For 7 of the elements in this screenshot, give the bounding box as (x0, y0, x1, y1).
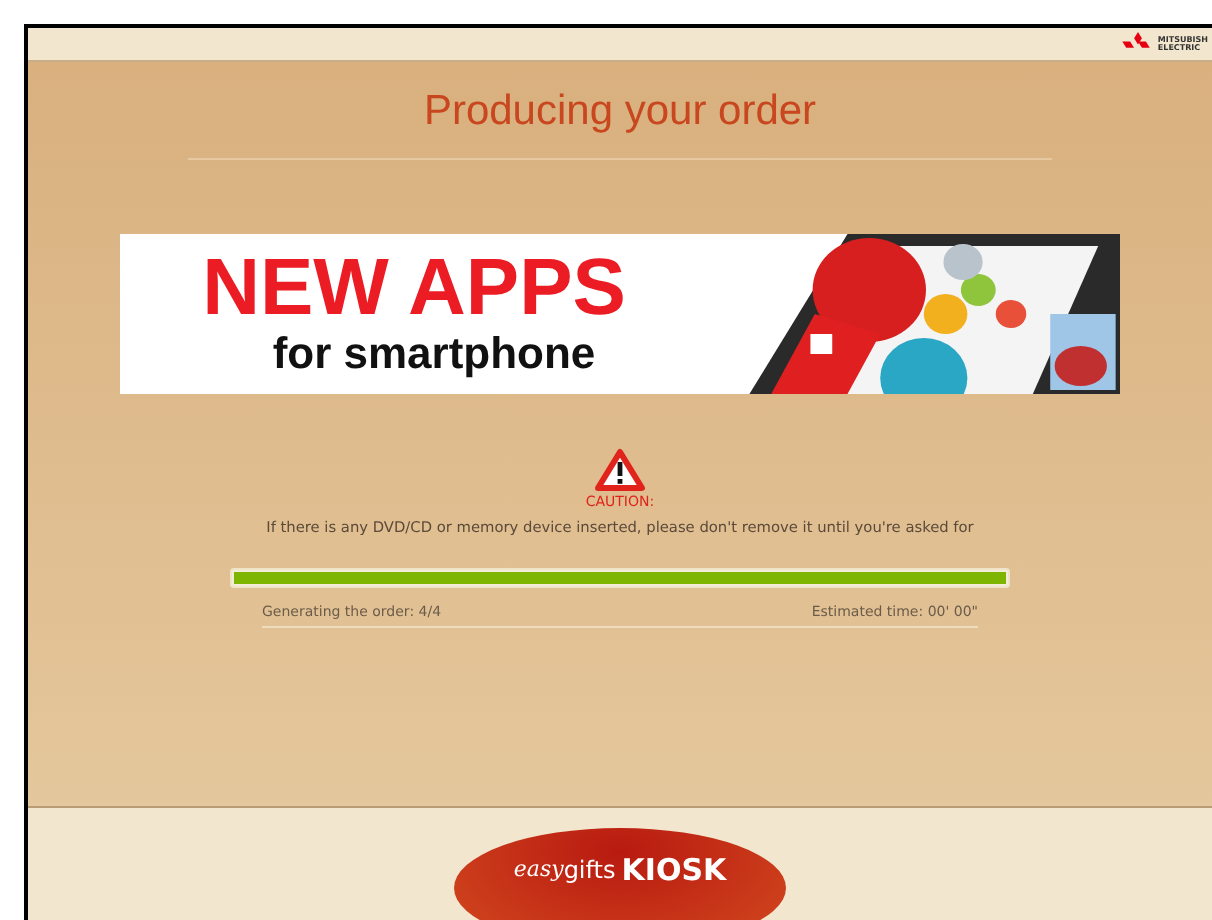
banner-headline: NEW APPS (202, 245, 626, 330)
banner-subline: for smartphone (272, 329, 596, 378)
logo-text: easy (513, 856, 564, 882)
warning-icon (593, 447, 646, 492)
logo-text: KIOSK (621, 856, 727, 886)
page-title: Producing your order (423, 87, 817, 136)
logo-text: gifts (563, 856, 616, 884)
